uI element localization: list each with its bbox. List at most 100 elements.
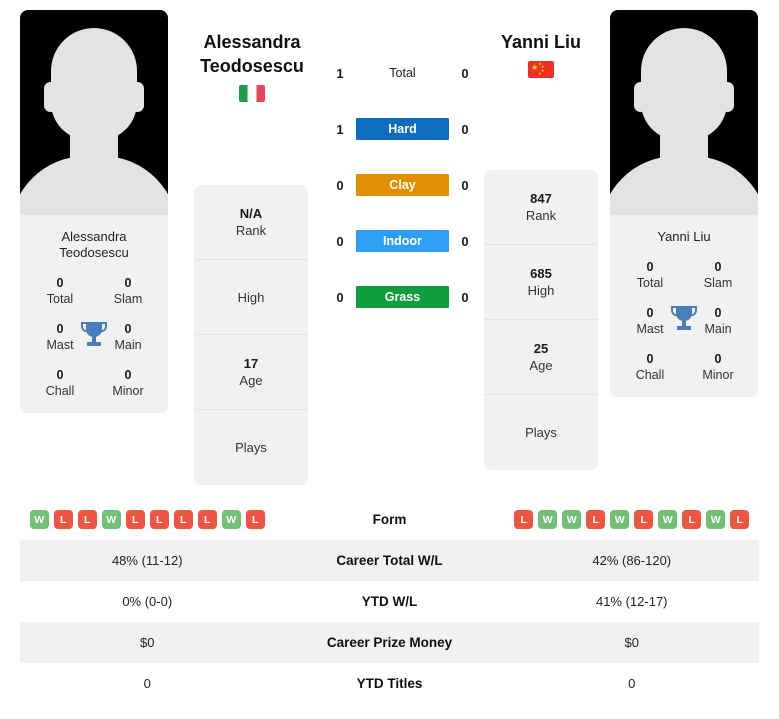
info-label: High <box>527 283 555 298</box>
row-value-right: 41% (12-17) <box>595 594 668 609</box>
row-label: Career Prize Money <box>326 635 453 650</box>
form-badge-w: W <box>610 510 630 529</box>
table-row: 0 YTD Titles 0 <box>20 663 759 704</box>
form-badge-l: L <box>245 510 265 529</box>
info-value: 17 <box>243 356 259 371</box>
trophy-label: Chall <box>635 368 665 382</box>
trophy-cell-chall: 0 Chall <box>34 367 86 399</box>
trophy-value: 0 <box>124 276 132 290</box>
info-label: Plays <box>525 425 557 440</box>
trophy-cell-main: 0 Main <box>692 305 744 337</box>
table-row: $0 Career Prize Money $0 <box>20 622 759 663</box>
comparison-stats-table: WLLWLLLLWL Form LWWLWLWLWL 48% (11-12) C… <box>0 499 779 704</box>
player-card-name-left: Alessandra Teodosescu <box>20 215 168 273</box>
trophy-value: 0 <box>56 368 64 382</box>
trophy-label: Minor <box>702 368 734 382</box>
trophy-value: 0 <box>646 260 654 274</box>
trophy-label: Minor <box>112 384 144 398</box>
info-cell-age: 17 Age <box>194 335 308 410</box>
info-label: Age <box>529 358 553 373</box>
row-value-right: 0 <box>628 676 636 691</box>
info-cell-high: High <box>194 260 308 335</box>
player-card-right[interactable]: Yanni Liu 0 Total 0 Slam 0 Mast 0 Main 0… <box>610 10 758 397</box>
trophy-row: 0 Total 0 Slam <box>20 275 168 307</box>
h2h-row-indoor: 0 Indoor 0 <box>330 230 475 252</box>
trophy-cell-main: 0 Main <box>102 321 154 353</box>
trophy-cell-chall: 0 Chall <box>624 351 676 383</box>
h2h-row-clay: 0 Clay 0 <box>330 174 475 196</box>
trophy-row: 0 Chall 0 Minor <box>610 351 758 383</box>
trophy-value: 0 <box>714 260 722 274</box>
trophy-value: 0 <box>124 368 132 382</box>
cn-flag-icon: ★ ★ ★ ★ ★ <box>528 61 554 78</box>
player-card-left[interactable]: Alessandra Teodosescu 0 Total 0 Slam 0 M… <box>20 10 168 413</box>
trophy-cell-minor: 0 Minor <box>692 351 744 383</box>
form-badge-w: W <box>658 510 678 529</box>
info-value: 25 <box>533 341 549 356</box>
trophy-cell-slam: 0 Slam <box>102 275 154 307</box>
trophy-cell-minor: 0 Minor <box>102 367 154 399</box>
row-value-right: 42% (86-120) <box>592 553 672 568</box>
info-value: N/A <box>239 206 263 221</box>
trophy-label: Mast <box>46 338 74 352</box>
h2h-bar-total: Total <box>389 66 416 80</box>
avatar-body <box>610 156 758 215</box>
avatar-body <box>20 156 168 215</box>
h2h-score-right: 0 <box>461 121 469 137</box>
trophy-row: 0 Total 0 Slam <box>610 259 758 291</box>
row-value-right: $0 <box>624 635 639 650</box>
info-label: Plays <box>235 440 267 455</box>
h2h-bar-clay[interactable]: Clay <box>356 174 449 196</box>
avatar-ear-left <box>634 82 647 112</box>
info-label: Age <box>239 373 263 388</box>
h2h-score-left: 1 <box>336 65 344 81</box>
avatar-placeholder-icon <box>641 28 727 140</box>
form-right: LWWLWLWLWL <box>505 510 760 529</box>
h2h-score-right: 0 <box>461 289 469 305</box>
head-to-head-surfaces: 1 Total 0 1 Hard 0 0 Clay 0 0 Indoor 0 0… <box>330 62 475 308</box>
form-badge-l: L <box>125 510 145 529</box>
info-cell-high: 685 High <box>484 245 598 320</box>
trophy-icon <box>671 304 697 332</box>
form-badge-l: L <box>149 510 169 529</box>
h2h-bar-hard[interactable]: Hard <box>356 118 449 140</box>
form-badge-l: L <box>514 510 534 529</box>
info-value: 847 <box>530 191 552 206</box>
player-photo-left <box>20 10 168 215</box>
trophy-label: Main <box>114 338 142 352</box>
h2h-score-left: 1 <box>336 121 344 137</box>
form-badge-l: L <box>586 510 606 529</box>
it-flag-icon <box>239 85 265 102</box>
h2h-bar-grass[interactable]: Grass <box>356 286 449 308</box>
h2h-score-left: 0 <box>336 233 344 249</box>
h2h-score-right: 0 <box>461 233 469 249</box>
form-badge-l: L <box>634 510 654 529</box>
player-comparison-header: Alessandra Teodosescu 0 Total 0 Slam 0 M… <box>0 0 779 495</box>
row-label: YTD W/L <box>361 594 418 609</box>
player-header-right: Yanni Liu ★ ★ ★ ★ ★ <box>461 30 621 78</box>
trophy-label: Slam <box>113 292 143 306</box>
form-badge-l: L <box>53 510 73 529</box>
h2h-bar-indoor[interactable]: Indoor <box>356 230 449 252</box>
row-value-left: 0% (0-0) <box>122 594 173 609</box>
row-label: Career Total W/L <box>336 553 443 568</box>
form-badge-w: W <box>101 510 121 529</box>
table-row: 0% (0-0) YTD W/L 41% (12-17) <box>20 581 759 622</box>
info-value: 685 <box>530 266 552 281</box>
trophy-cell-mast: 0 Mast <box>624 305 676 337</box>
info-cell-rank: N/A Rank <box>194 185 308 260</box>
trophy-value: 0 <box>646 306 654 320</box>
player-header-left: Alessandra Teodosescu <box>172 30 332 102</box>
trophy-label: Main <box>704 322 732 336</box>
form-left: WLLWLLLLWL <box>20 510 275 529</box>
trophy-cell-slam: 0 Slam <box>692 259 744 291</box>
h2h-row-total: 1 Total 0 <box>330 62 475 84</box>
trophy-row: 0 Chall 0 Minor <box>20 367 168 399</box>
avatar-ear-left <box>44 82 57 112</box>
trophy-grid-right: 0 Total 0 Slam 0 Mast 0 Main 0 Chall 0 M… <box>610 257 758 397</box>
trophy-value: 0 <box>56 322 64 336</box>
info-cell-rank: 847 Rank <box>484 170 598 245</box>
form-strip-right: LWWLWLWLWL <box>505 510 760 529</box>
trophy-label: Total <box>636 276 664 290</box>
trophy-value: 0 <box>714 352 722 366</box>
